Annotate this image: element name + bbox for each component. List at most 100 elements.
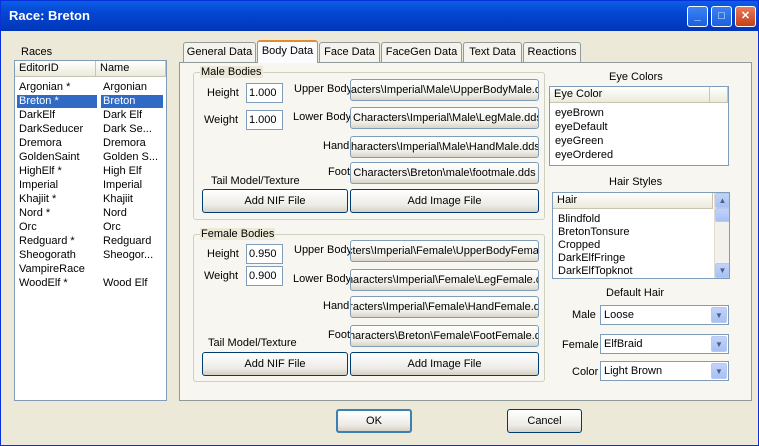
female-lower-body-label: Lower Body <box>293 273 352 285</box>
hair-style-item[interactable]: DarkElfFringe <box>558 252 710 265</box>
hair-style-item[interactable]: Cropped <box>558 239 710 252</box>
races-list[interactable]: EditorID Name Argonian * Argonian Breton *… <box>14 60 167 401</box>
tab-facegen-data[interactable]: FaceGen Data <box>381 42 462 62</box>
female-height-field[interactable]: 0.950 <box>246 244 283 264</box>
female-foot-button[interactable]: Characters\Breton\Female\FootFemale.dds <box>350 325 539 347</box>
default-hair-male-select[interactable]: Loose ▼ <box>600 305 729 325</box>
female-weight-field[interactable]: 0.900 <box>246 266 283 286</box>
race-row-name[interactable]: Dark Se... <box>101 123 163 136</box>
scroll-thumb[interactable] <box>715 208 729 222</box>
female-hand-button[interactable]: Characters\Imperial\Female\HandFemale.dd… <box>350 296 539 318</box>
tab-body-data[interactable]: Body Data <box>257 40 318 63</box>
race-row-editorid[interactable]: VampireRace <box>17 263 97 276</box>
race-row-editorid[interactable]: HighElf * <box>17 165 97 178</box>
eye-color-item[interactable]: eyeOrdered <box>555 149 705 162</box>
race-row-editorid[interactable]: Argonian * <box>17 81 97 94</box>
column-header-eye-color[interactable]: Eye Color <box>550 87 710 103</box>
female-upper-body-label: Upper Body <box>294 244 353 256</box>
male-foot-button[interactable]: Characters\Breton\male\footmale.dds <box>350 162 539 184</box>
race-row-editorid[interactable]: GoldenSaint <box>17 151 97 164</box>
eye-color-item[interactable]: eyeDefault <box>555 121 705 134</box>
hair-styles-list[interactable]: Hair Blindfold BretonTonsure Cropped DarkEl… <box>552 192 730 279</box>
chevron-down-icon[interactable]: ▼ <box>711 363 727 379</box>
male-foot-label: Foot <box>328 166 351 178</box>
default-hair-female-select[interactable]: ElfBraid ▼ <box>600 334 729 354</box>
tab-text-data[interactable]: Text Data <box>463 42 522 62</box>
male-upper-body-label: Upper Body <box>294 83 353 95</box>
race-row-editorid[interactable]: Orc <box>17 221 97 234</box>
race-row-name[interactable]: Orc <box>101 221 163 234</box>
male-hand-button[interactable]: Characters\Imperial\Male\HandMale.dds <box>350 136 539 158</box>
race-row-editorid[interactable]: WoodElf * <box>17 277 97 290</box>
race-row-editorid[interactable]: Nord * <box>17 207 97 220</box>
chevron-down-icon[interactable]: ▼ <box>711 307 727 323</box>
race-row-name[interactable]: Redguard <box>101 235 163 248</box>
tab-reactions[interactable]: Reactions <box>523 42 581 62</box>
race-row-editorid[interactable]: DarkElf <box>17 109 97 122</box>
minimize-icon[interactable]: _ <box>687 6 708 27</box>
maximize-icon[interactable]: □ <box>711 6 732 27</box>
race-row-name[interactable]: Khajiit <box>101 193 163 206</box>
female-bodies-label: Female Bodies <box>200 228 276 240</box>
eye-color-item[interactable]: eyeBrown <box>555 107 705 120</box>
female-foot-label: Foot <box>328 329 351 341</box>
default-hair-color-label: Color <box>572 366 599 378</box>
male-add-nif-button[interactable]: Add NIF File <box>202 189 348 213</box>
hair-scrollbar[interactable]: ▲ ▼ <box>714 193 729 278</box>
race-row-name[interactable]: Dark Elf <box>101 109 163 122</box>
race-row-editorid[interactable]: DarkSeducer <box>17 123 97 136</box>
race-row-name[interactable]: Wood Elf <box>101 277 163 290</box>
race-row-name[interactable]: Nord <box>101 207 163 220</box>
female-upper-body-button[interactable]: Characters\Imperial\Female\UpperBodyFema… <box>350 240 539 262</box>
male-lower-body-button[interactable]: Characters\Imperial\Male\LegMale.dds <box>350 107 539 129</box>
eye-color-item[interactable]: eyeGreen <box>555 135 705 148</box>
race-row-editorid[interactable]: Imperial <box>17 179 97 192</box>
male-bodies-label: Male Bodies <box>200 66 263 78</box>
title-bar[interactable]: Race: Breton _ □ ✕ <box>1 1 758 31</box>
column-header-hair[interactable]: Hair <box>553 193 713 209</box>
race-row-name[interactable]: Dremora <box>101 137 163 150</box>
default-hair-color-select[interactable]: Light Brown ▼ <box>600 361 729 381</box>
race-row-name[interactable]: Imperial <box>101 179 163 192</box>
male-height-label: Height <box>207 87 239 99</box>
male-upper-body-button[interactable]: Characters\Imperial\Male\UpperBodyMale.d… <box>350 79 539 101</box>
chevron-down-icon[interactable]: ▼ <box>711 336 727 352</box>
default-hair-label: Default Hair <box>606 287 665 299</box>
male-height-field[interactable]: 1.000 <box>246 83 283 103</box>
race-row-name[interactable]: Breton <box>101 95 163 108</box>
ok-button[interactable]: OK <box>336 409 412 433</box>
male-weight-field[interactable]: 1.000 <box>246 110 283 130</box>
race-row-name[interactable]: Argonian <box>101 81 163 94</box>
hair-style-item[interactable]: DarkElfTopknot <box>558 265 710 278</box>
hair-style-item[interactable]: Blindfold <box>558 213 710 226</box>
race-row-editorid[interactable]: Khajiit * <box>17 193 97 206</box>
eye-colors-list[interactable]: Eye Color eyeBrown eyeDefault eyeGreen eyeO… <box>549 86 729 166</box>
female-lower-body-button[interactable]: Characters\Imperial\Female\LegFemale.dds <box>350 269 539 291</box>
race-dialog-window: Race: Breton _ □ ✕ Races EditorID Name A… <box>0 0 759 446</box>
female-weight-label: Weight <box>204 270 239 282</box>
tab-face-data[interactable]: Face Data <box>319 42 380 62</box>
scroll-down-icon[interactable]: ▼ <box>715 263 729 278</box>
race-row-editorid[interactable]: Sheogorath <box>17 249 97 262</box>
male-add-image-button[interactable]: Add Image File <box>350 189 539 213</box>
male-weight-label: Weight <box>204 114 239 126</box>
race-row-name[interactable] <box>101 263 163 276</box>
race-row-editorid[interactable]: Dremora <box>17 137 97 150</box>
race-row-name[interactable]: Golden S... <box>101 151 163 164</box>
close-icon[interactable]: ✕ <box>735 6 756 27</box>
female-add-nif-button[interactable]: Add NIF File <box>202 352 348 376</box>
male-lower-body-label: Lower Body <box>293 111 352 123</box>
race-row-name[interactable]: High Elf <box>101 165 163 178</box>
race-row-name[interactable]: Sheogor... <box>101 249 163 262</box>
race-row-editorid[interactable]: Breton * <box>17 95 97 108</box>
tab-general-data[interactable]: General Data <box>183 42 256 62</box>
female-height-label: Height <box>207 248 239 260</box>
hair-style-item[interactable]: BretonTonsure <box>558 226 710 239</box>
cancel-button[interactable]: Cancel <box>507 409 582 433</box>
race-row-editorid[interactable]: Redguard * <box>17 235 97 248</box>
scroll-up-icon[interactable]: ▲ <box>715 193 729 208</box>
column-header-name[interactable]: Name <box>96 61 166 77</box>
female-add-image-button[interactable]: Add Image File <box>350 352 539 376</box>
hair-styles-label: Hair Styles <box>609 176 663 188</box>
column-header-editorid[interactable]: EditorID <box>15 61 96 77</box>
